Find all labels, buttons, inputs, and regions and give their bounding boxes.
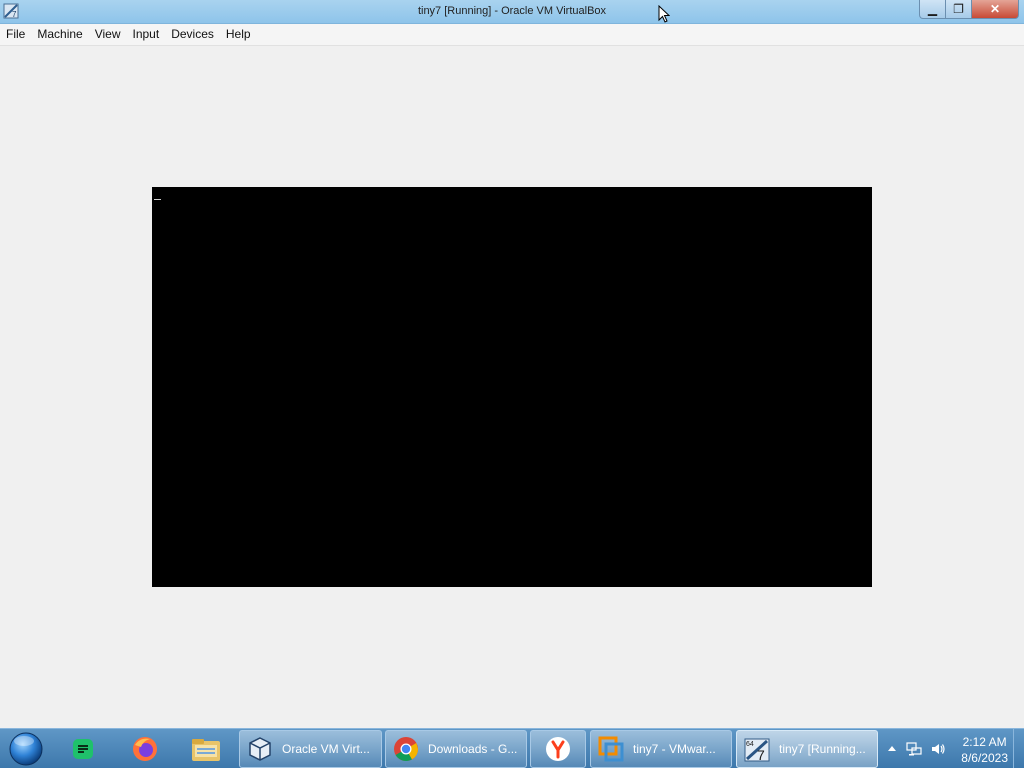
- menu-help[interactable]: Help: [220, 24, 257, 45]
- vm-badge-7: 7: [757, 747, 765, 763]
- taskbar-button-label: tiny7 [Running...: [779, 742, 866, 756]
- restore-icon: ❐: [953, 2, 964, 16]
- taskbar-button-vmware-tiny7[interactable]: tiny7 - VMwar...: [590, 730, 732, 768]
- network-icon[interactable]: [906, 741, 922, 757]
- menu-input[interactable]: Input: [127, 24, 166, 45]
- taskbar-button-label: Downloads - G...: [428, 742, 518, 756]
- file-explorer-icon: [192, 739, 220, 761]
- taskbar-button-label: tiny7 - VMwar...: [633, 742, 716, 756]
- volume-icon[interactable]: [930, 741, 946, 757]
- menu-bar: File Machine View Input Devices Help: [0, 24, 1024, 46]
- show-hidden-icons-arrow-icon[interactable]: [884, 741, 900, 757]
- yandex-icon: [546, 737, 570, 761]
- maximize-button[interactable]: ❐: [946, 0, 972, 19]
- minimize-button[interactable]: ▁: [919, 0, 946, 19]
- virtualbox-icon: [249, 737, 271, 761]
- chrome-icon: [394, 737, 418, 762]
- clock-date: 8/6/2023: [961, 751, 1008, 765]
- vm-screen[interactable]: [152, 187, 872, 587]
- clock[interactable]: 2:12 AM 8/6/2023: [961, 734, 1008, 766]
- close-button[interactable]: ✕: [972, 0, 1019, 19]
- title-bar[interactable]: 7 tiny7 [Running] - Oracle VM VirtualBox…: [0, 0, 1024, 24]
- windows-start-orb-icon[interactable]: [7, 731, 45, 767]
- pinned-file-explorer[interactable]: [181, 731, 231, 767]
- pinned-firefox[interactable]: [120, 731, 170, 767]
- show-desktop-button[interactable]: [1013, 729, 1024, 768]
- firefox-icon: [133, 737, 157, 761]
- pinned-notes-app[interactable]: [58, 731, 108, 767]
- text-cursor: [154, 199, 161, 200]
- vmware-icon: [598, 736, 624, 762]
- menu-file[interactable]: File: [0, 24, 31, 45]
- mouse-pointer-icon: [658, 5, 670, 23]
- vm-badge-64: 64: [746, 741, 754, 748]
- taskbar-button-label: Oracle VM Virt...: [282, 742, 370, 756]
- minimize-icon: ▁: [927, 2, 938, 16]
- virtualbox-vm-icon: 64 7: [744, 738, 770, 763]
- taskbar-button-yandex[interactable]: [530, 730, 586, 768]
- taskbar: Oracle VM Virt... Downloads - G... tiny7…: [0, 728, 1024, 768]
- menu-devices[interactable]: Devices: [165, 24, 220, 45]
- vm-display-area: [0, 46, 1024, 728]
- system-tray: 2:12 AM 8/6/2023: [880, 729, 1024, 768]
- notes-app-icon: [73, 739, 93, 759]
- close-icon: ✕: [989, 2, 1001, 16]
- virtualbox-vm-window: 7 tiny7 [Running] - Oracle VM VirtualBox…: [0, 0, 1024, 768]
- taskbar-button-oracle-vm-virtualbox[interactable]: Oracle VM Virt...: [239, 730, 382, 768]
- clock-time: 2:12 AM: [962, 735, 1007, 749]
- taskbar-button-chrome-downloads[interactable]: Downloads - G...: [385, 730, 527, 768]
- menu-view[interactable]: View: [89, 24, 127, 45]
- window-title: tiny7 [Running] - Oracle VM VirtualBox: [417, 5, 607, 17]
- taskbar-button-tiny7-running[interactable]: 64 7 tiny7 [Running...: [736, 730, 878, 768]
- menu-machine[interactable]: Machine: [31, 24, 88, 45]
